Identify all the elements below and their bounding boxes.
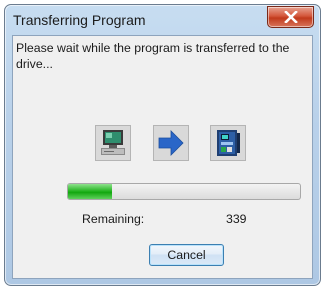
computer-icon bbox=[95, 125, 131, 161]
close-icon bbox=[283, 11, 298, 23]
close-button[interactable] bbox=[267, 6, 314, 28]
cancel-button[interactable]: Cancel bbox=[149, 244, 224, 266]
arrow-right-icon bbox=[153, 125, 189, 161]
remaining-value: 339 bbox=[226, 212, 247, 226]
title-bar[interactable]: Transferring Program bbox=[5, 5, 320, 35]
transfer-progress-bar bbox=[67, 183, 301, 200]
progress-fill bbox=[68, 184, 113, 199]
status-message: Please wait while the program is transfe… bbox=[16, 41, 290, 71]
dialog-title: Transferring Program bbox=[13, 12, 146, 28]
drive-icon bbox=[210, 125, 246, 161]
remaining-label: Remaining: bbox=[82, 212, 145, 226]
